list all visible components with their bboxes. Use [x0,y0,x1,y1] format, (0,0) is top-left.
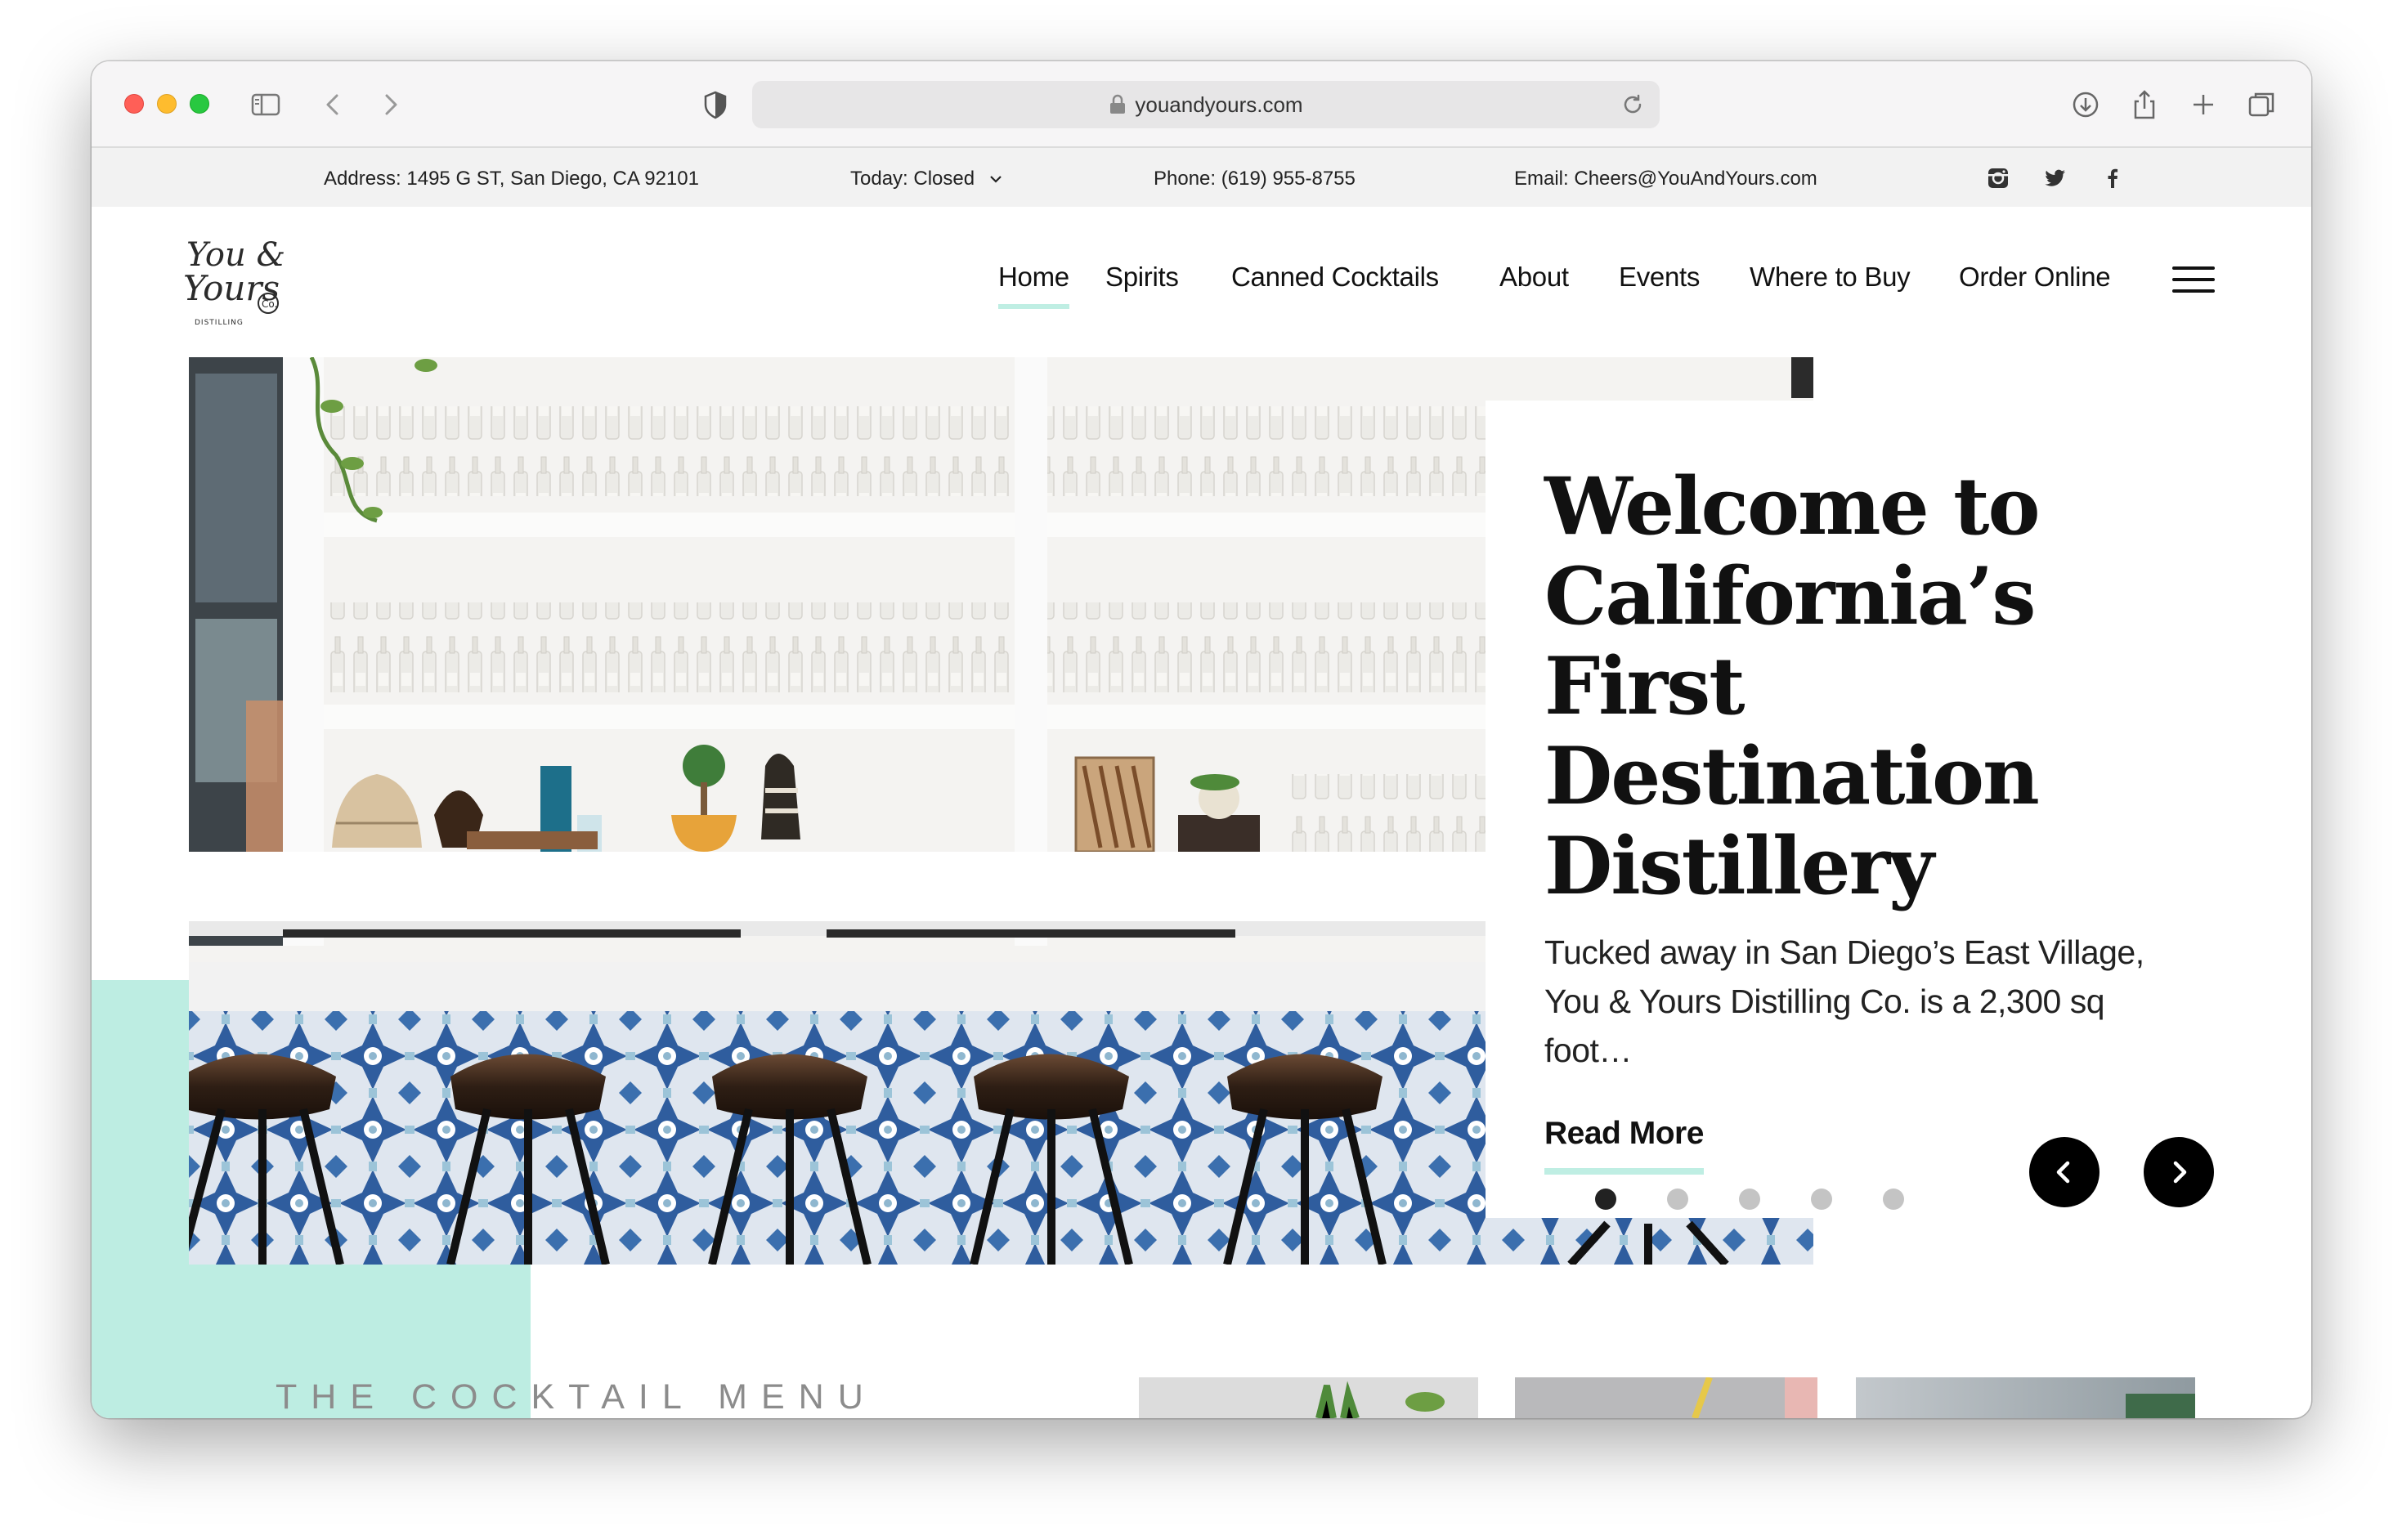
phone-value: (619) 955-8755 [1221,168,1356,190]
nav-canned-cocktails[interactable]: Canned Cocktails [1231,262,1439,293]
cocktail-menu-heading: THE COCKTAIL MENU [276,1377,877,1417]
chevron-down-icon [989,175,1002,183]
address-info: Address: 1495 G ST, San Diego, CA 92101 [324,168,699,190]
logo-text-distilling: DISTILLING [195,319,244,327]
email-value: Cheers@YouAndYours.com [1574,168,1817,190]
slide-dot-2[interactable] [1667,1189,1688,1210]
email-info[interactable]: Email: Cheers@YouAndYours.com [1514,168,1817,190]
back-icon[interactable] [315,86,352,123]
next-slide-button[interactable] [2144,1137,2214,1207]
minimize-window-button[interactable] [157,94,177,114]
nav-events[interactable]: Events [1619,262,1700,293]
nav-spirits[interactable]: Spirits [1105,262,1179,293]
instagram-icon[interactable] [1986,166,2010,190]
phone-label: Phone: [1154,168,1217,190]
privacy-shield-icon[interactable] [697,86,734,123]
menu-hamburger-icon[interactable] [2172,266,2215,299]
forward-icon[interactable] [371,86,409,123]
phone-info[interactable]: Phone: (619) 955-8755 [1154,168,1356,190]
hours-value: Today: Closed [850,168,975,190]
new-tab-icon[interactable] [2185,86,2222,123]
facebook-icon[interactable] [2100,166,2125,190]
chevron-left-icon [2056,1161,2070,1184]
browser-window: youandyours.com Address: 1495 G ST, San … [92,61,2311,1418]
logo-text-co: Co. [262,298,277,310]
nav-home[interactable]: Home [998,262,1069,309]
cocktail-thumb-3[interactable] [1856,1377,2195,1418]
url-text: youandyours.com [1135,92,1303,117]
slide-dot-5[interactable] [1883,1189,1904,1210]
read-more-link[interactable]: Read More [1544,1116,1704,1175]
address-value: 1495 G ST, San Diego, CA 92101 [406,168,699,190]
address-bar[interactable]: youandyours.com [752,81,1660,128]
tab-overview-icon[interactable] [2243,86,2281,123]
email-label: Email: [1514,168,1569,190]
slide-dot-1[interactable] [1595,1189,1616,1210]
sidebar-toggle-icon[interactable] [247,86,285,123]
prev-slide-button[interactable] [2029,1137,2100,1207]
close-window-button[interactable] [124,94,144,114]
downloads-icon[interactable] [2067,86,2104,123]
nav-order-online[interactable]: Order Online [1959,262,2111,293]
slide-dot-3[interactable] [1739,1189,1760,1210]
hours-dropdown[interactable]: Today: Closed [850,168,1003,190]
cocktail-thumb-1[interactable] [1139,1377,1478,1418]
site-logo[interactable]: You & Yours Co. DISTILLING [183,233,285,331]
nav-where-to-buy[interactable]: Where to Buy [1750,262,1911,293]
contact-info-bar: Address: 1495 G ST, San Diego, CA 92101 … [92,148,2311,207]
hero-title: Welcome to California’s First Destinatio… [1544,460,2040,912]
cocktail-thumb-2[interactable] [1515,1377,1817,1418]
share-icon[interactable] [2126,86,2163,123]
lock-icon [1110,94,1126,114]
address-label: Address: [324,168,401,190]
chevron-right-icon [2173,1161,2187,1184]
twitter-icon[interactable] [2043,166,2068,190]
zoom-window-button[interactable] [190,94,209,114]
slide-dot-4[interactable] [1811,1189,1832,1210]
reload-icon[interactable] [1620,92,1645,117]
browser-toolbar: youandyours.com [92,61,2311,148]
hero-description: Tucked away in San Diego’s East Village,… [1544,933,2144,1069]
nav-about[interactable]: About [1499,262,1569,293]
